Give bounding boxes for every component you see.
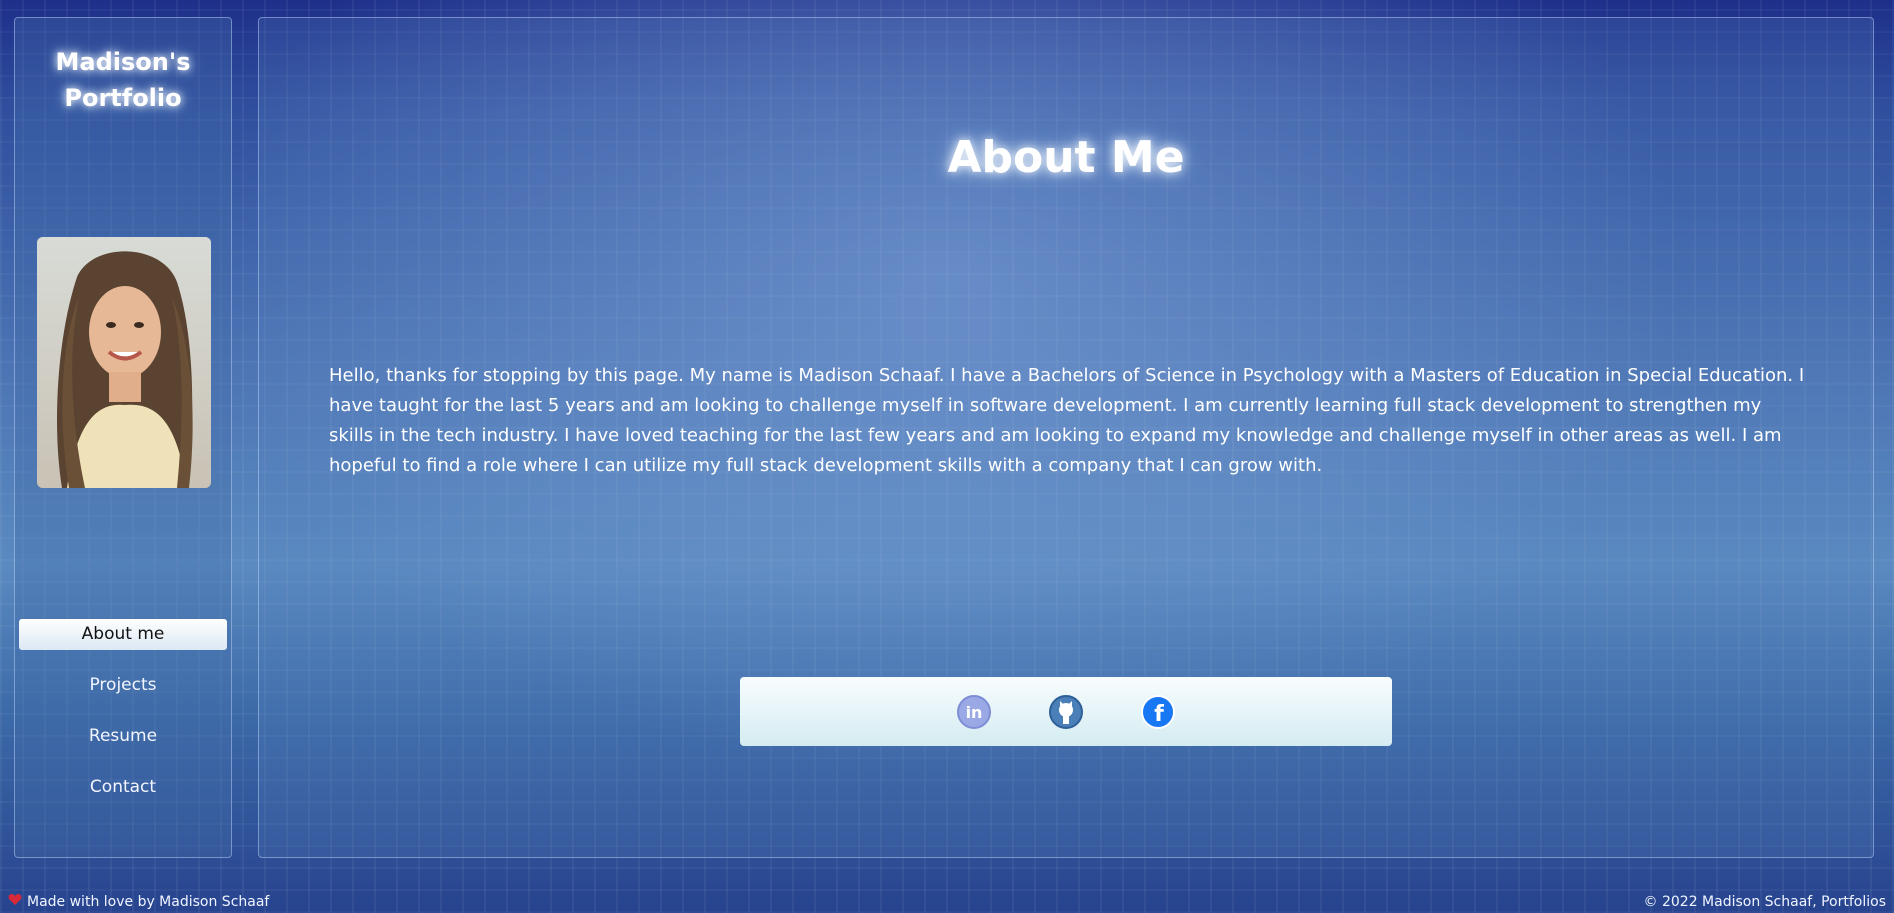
page-title: About Me bbox=[947, 132, 1185, 183]
nav-item-contact[interactable]: Contact bbox=[19, 772, 227, 803]
nav-item-resume[interactable]: Resume bbox=[19, 721, 227, 752]
profile-photo bbox=[37, 237, 211, 488]
svg-text:in: in bbox=[966, 703, 983, 722]
facebook-icon[interactable]: f bbox=[1140, 694, 1176, 730]
nav-item-projects[interactable]: Projects bbox=[19, 670, 227, 701]
svg-text:f: f bbox=[1154, 702, 1164, 727]
main-content: About Me Hello, thanks for stopping by t… bbox=[258, 17, 1874, 858]
nav-item-about-me[interactable]: About me bbox=[19, 619, 227, 650]
sidebar-nav: About me Projects Resume Contact bbox=[19, 619, 227, 823]
sidebar: Madison's Portfolio About me Projects Re… bbox=[14, 17, 232, 858]
footer-copyright: © 2022 Madison Schaaf, Portfolios bbox=[1643, 894, 1886, 910]
social-links-bar: in f bbox=[740, 677, 1392, 746]
footer-credit-text: Made with love by Madison Schaaf bbox=[27, 894, 270, 910]
github-icon[interactable] bbox=[1048, 694, 1084, 730]
linkedin-icon[interactable]: in bbox=[956, 694, 992, 730]
site-brand: Madison's Portfolio bbox=[55, 48, 191, 112]
bio-paragraph: Hello, thanks for stopping by this page.… bbox=[329, 365, 1805, 476]
footer-credit: Made with love by Madison Schaaf bbox=[8, 893, 269, 911]
heart-icon bbox=[8, 893, 22, 911]
